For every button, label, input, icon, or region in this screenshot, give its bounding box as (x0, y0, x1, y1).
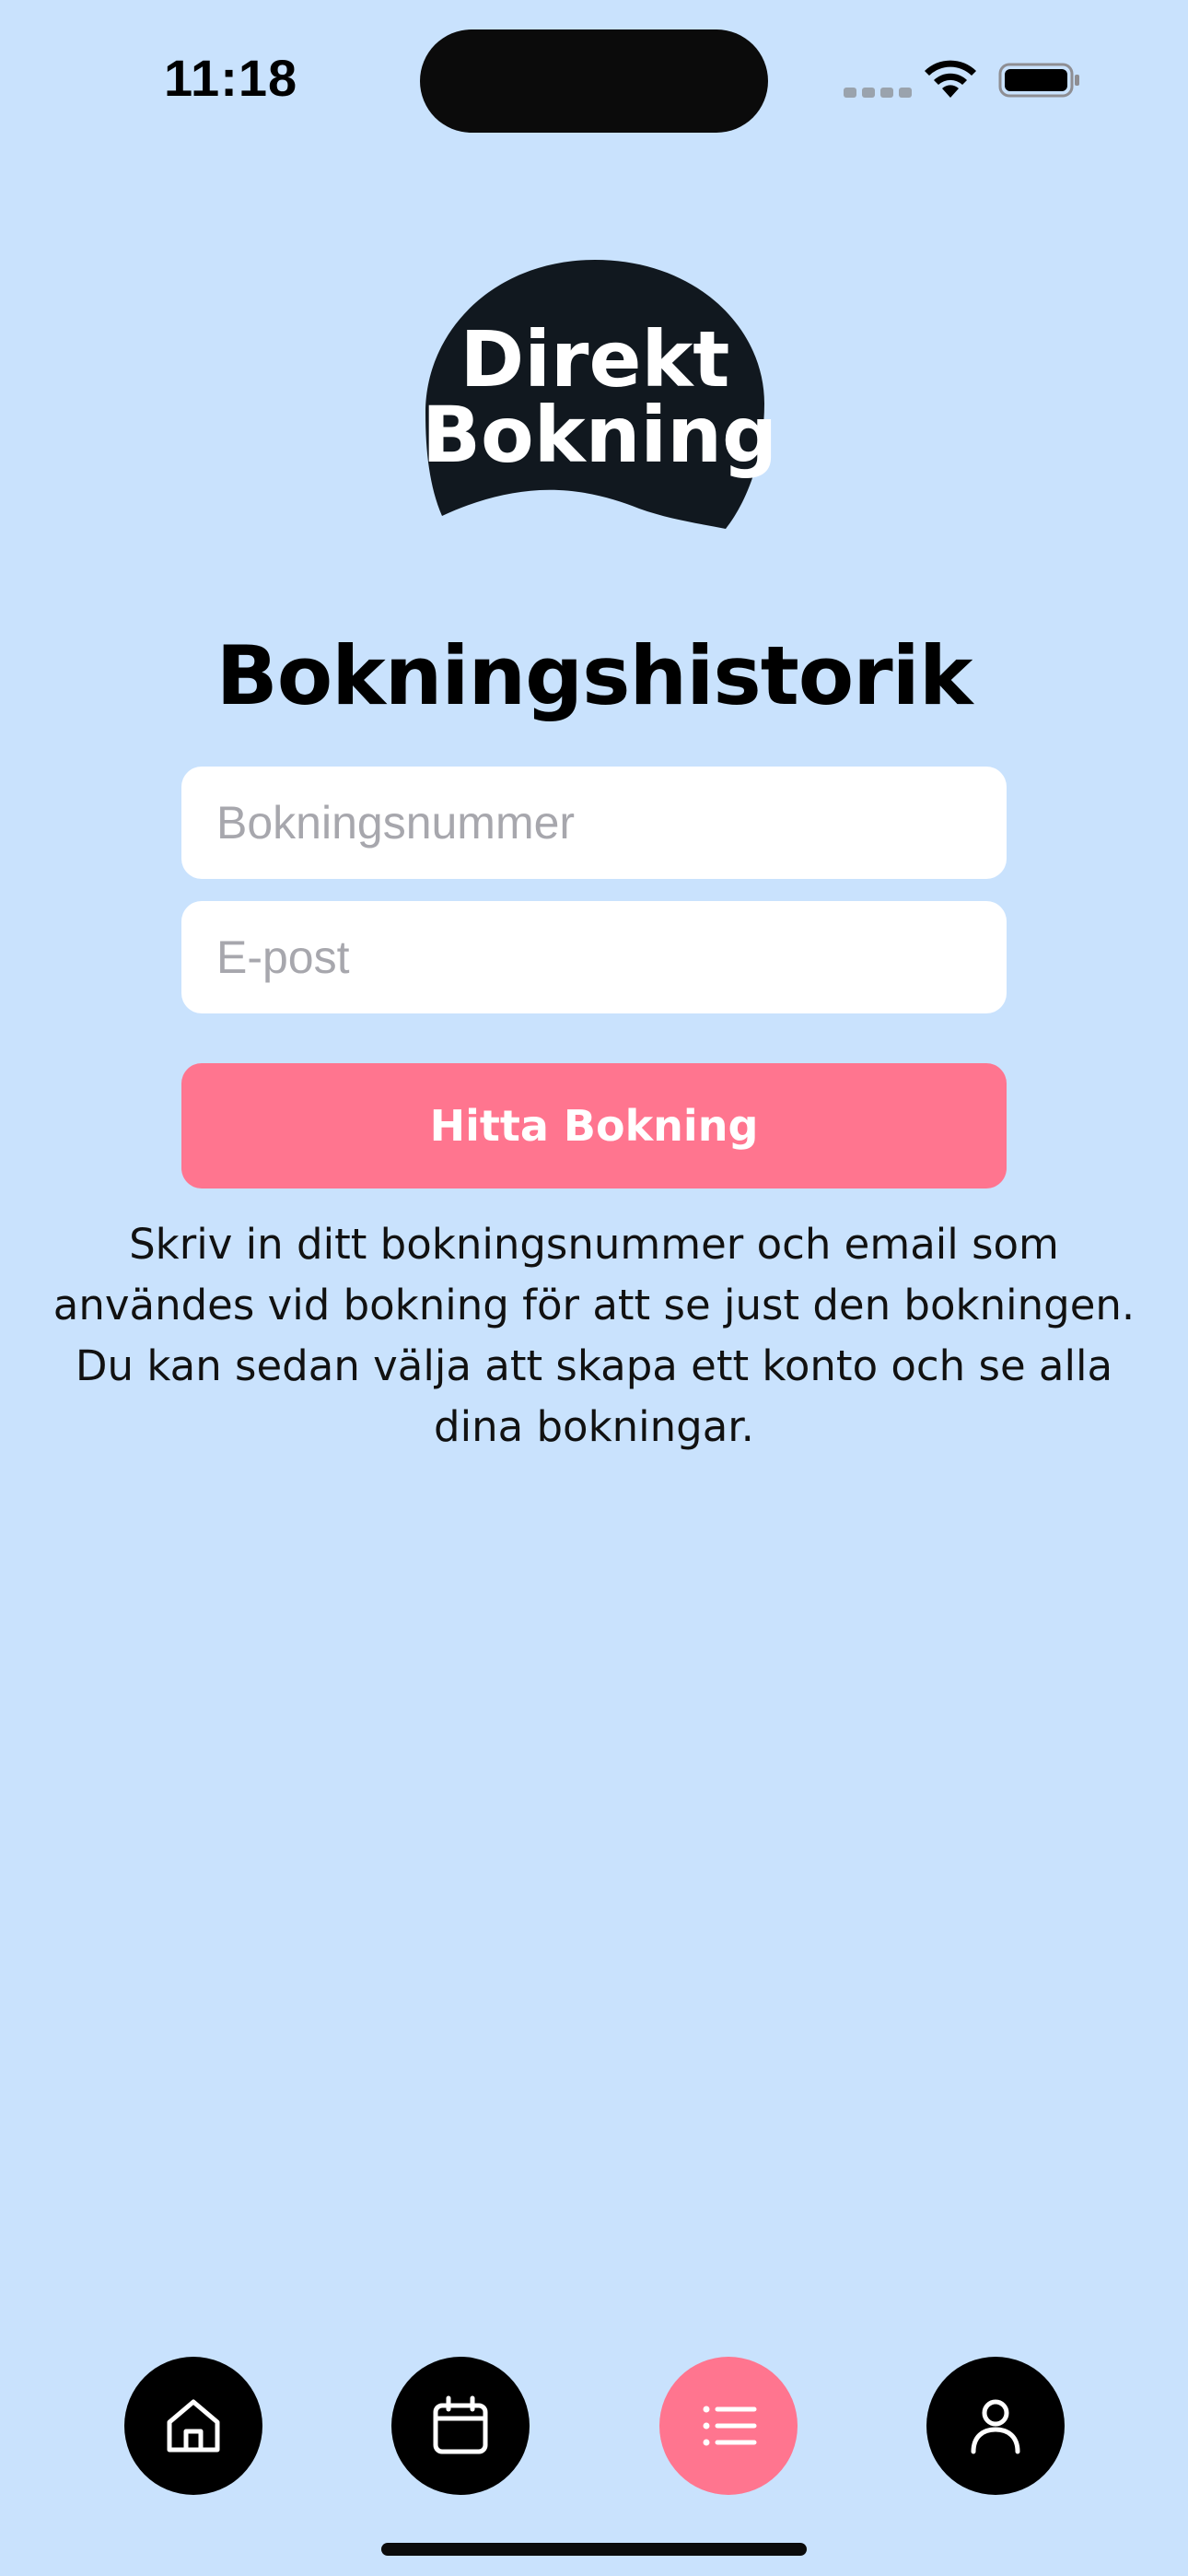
dynamic-island (420, 29, 768, 133)
page-title: Bokningshistorik (215, 628, 973, 723)
status-time: 11:18 (164, 49, 298, 107)
battery-icon (998, 63, 1079, 98)
nav-bookings-list-button[interactable] (659, 2357, 798, 2495)
nav-home-button[interactable] (124, 2357, 262, 2495)
email-input[interactable] (181, 901, 1007, 1013)
cellular-signal-icon (844, 88, 912, 98)
booking-number-input[interactable] (181, 767, 1007, 879)
logo-text-line1: Direkt (460, 314, 730, 404)
find-booking-button[interactable]: Hitta Bokning (181, 1063, 1007, 1188)
wifi-icon (925, 60, 976, 98)
home-indicator (381, 2543, 807, 2556)
brand-logo: Direkt Bokning (422, 256, 778, 533)
list-icon (703, 2406, 757, 2446)
calendar-icon (433, 2395, 488, 2454)
logo-text-line2: Bokning (422, 390, 778, 480)
nav-profile-button[interactable] (926, 2357, 1065, 2495)
profile-icon (971, 2399, 1020, 2454)
nav-calendar-button[interactable] (391, 2357, 530, 2495)
home-icon (167, 2399, 220, 2453)
help-text: Skriv in ditt bokningsnummer och email s… (52, 1220, 1136, 1451)
